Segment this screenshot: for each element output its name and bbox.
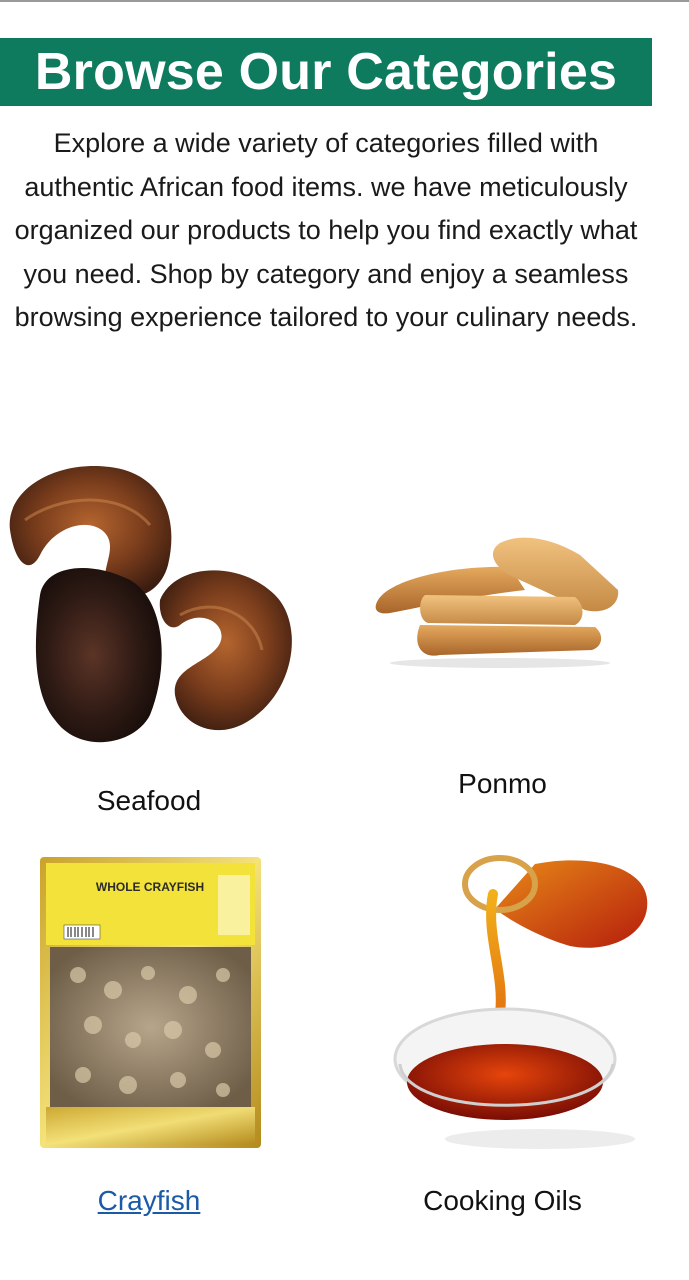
intro-paragraph: Explore a wide variety of categories fil…	[14, 128, 638, 332]
seafood-image[interactable]	[0, 455, 300, 755]
category-label-ponmo[interactable]: Ponmo	[355, 768, 650, 800]
top-divider	[0, 0, 689, 2]
category-link-crayfish[interactable]: Crayfish	[0, 1185, 298, 1217]
category-label-seafood[interactable]: Seafood	[0, 785, 298, 817]
page-title: Browse Our Categories	[34, 43, 618, 101]
package-title: WHOLE CRAYFISH	[96, 880, 204, 894]
page-title-banner: Browse Our Categories	[0, 38, 652, 106]
crayfish-image[interactable]: WHOLE CRAYFISH	[38, 855, 263, 1150]
category-label-cooking-oils[interactable]: Cooking Oils	[355, 1185, 650, 1217]
ponmo-image[interactable]	[370, 525, 630, 670]
cooking-oils-image[interactable]	[385, 854, 652, 1154]
